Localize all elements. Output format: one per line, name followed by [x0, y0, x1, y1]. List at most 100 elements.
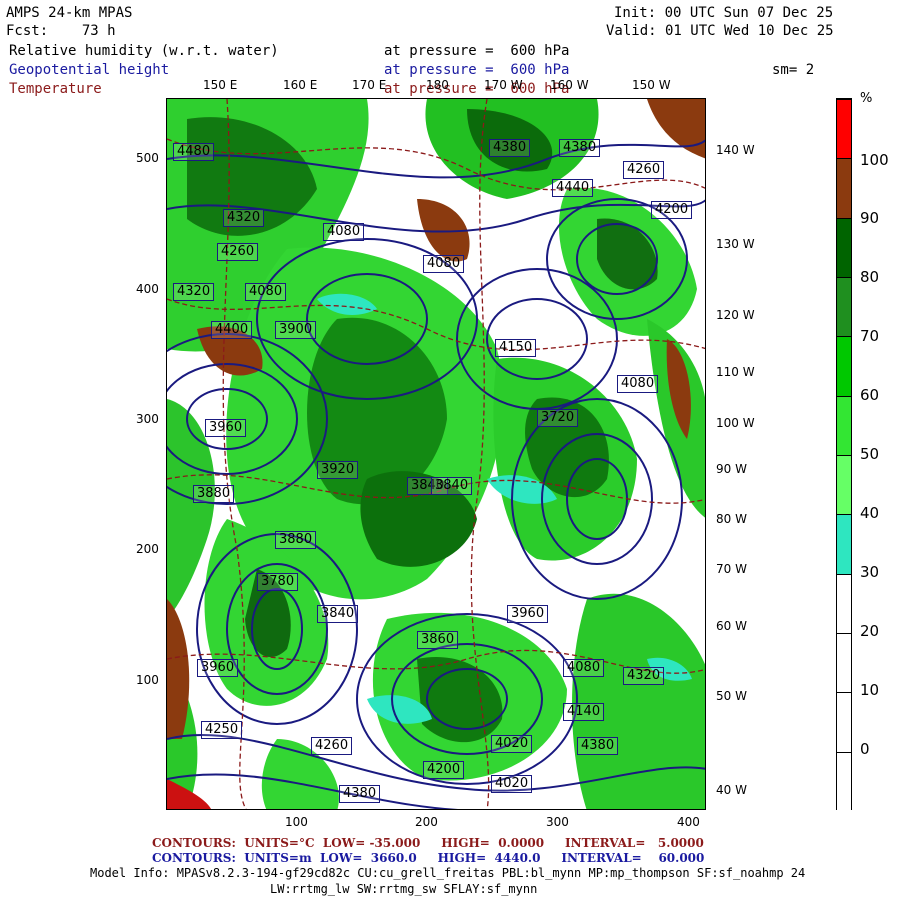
right-lon-label: 110 W	[716, 365, 755, 379]
model-info: Model Info: MPASv8.2.3-194-gf29cd82c CU:…	[90, 866, 806, 880]
legend-swatch	[837, 395, 851, 455]
model-title: AMPS 24-km MPAS	[6, 5, 133, 21]
height-label: 4440	[552, 179, 594, 197]
field-rh-level: at pressure = 600 hPa	[384, 43, 570, 59]
right-lon-label: 130 W	[716, 237, 755, 251]
valid-time: Valid: 01 UTC Wed 10 Dec 25	[606, 23, 834, 39]
legend-unit: %	[860, 91, 873, 106]
left-y-label: 100	[136, 673, 159, 687]
height-label: 4080	[563, 659, 605, 677]
height-label: 4200	[423, 761, 465, 779]
top-lon-label: 150 E	[203, 78, 238, 92]
height-label: 4380	[339, 785, 381, 803]
right-lon-label: 90 W	[716, 462, 747, 476]
legend-swatch	[837, 692, 851, 752]
height-label: 4380	[489, 139, 531, 157]
height-label: 4020	[491, 735, 533, 753]
height-label: 3780	[257, 573, 299, 591]
height-label: 4480	[173, 143, 215, 161]
legend-label: 20	[860, 622, 880, 640]
height-label: 3960	[507, 605, 549, 623]
legend-swatch	[837, 336, 851, 396]
height-label: 3860	[417, 631, 459, 649]
field-temp-level: at pressure = 600 hPa	[384, 81, 570, 97]
height-contour-info: CONTOURS: UNITS=m LOW= 3660.0 HIGH= 4440…	[152, 851, 705, 865]
height-label: 4020	[491, 775, 533, 793]
left-y-label: 500	[136, 151, 159, 165]
right-lon-label: 50 W	[716, 689, 747, 703]
right-lon-label: 70 W	[716, 562, 747, 576]
height-label: 4080	[617, 375, 659, 393]
legend-swatch	[837, 277, 851, 337]
top-lon-label: 170 W	[484, 78, 523, 92]
height-label: 4080	[245, 283, 287, 301]
legend-swatch	[837, 217, 851, 277]
legend-swatch	[837, 751, 851, 811]
right-lon-label: 60 W	[716, 619, 747, 633]
bottom-x-label: 300	[546, 815, 569, 829]
legend-label: 50	[860, 445, 880, 463]
height-label: 4250	[201, 721, 243, 739]
left-y-label: 300	[136, 412, 159, 426]
legend-swatch	[837, 455, 851, 515]
legend-label: 80	[860, 268, 880, 286]
temperature-contour-info: CONTOURS: UNITS=°C LOW= -35.000 HIGH= 0.…	[152, 836, 704, 850]
top-lon-label: 170 E	[352, 78, 387, 92]
forecast-hour: Fcst: 73 h	[6, 23, 116, 39]
legend-swatch	[837, 514, 851, 574]
height-label: 4380	[577, 737, 619, 755]
height-label: 4260	[311, 737, 353, 755]
height-label: 3960	[197, 659, 239, 677]
left-y-label: 400	[136, 282, 159, 296]
height-label: 3840	[431, 477, 473, 495]
height-label: 4260	[217, 243, 259, 261]
right-lon-label: 140 W	[716, 143, 755, 157]
legend-label: 40	[860, 504, 880, 522]
right-lon-label: 40 W	[716, 783, 747, 797]
legend-swatch	[837, 99, 851, 159]
legend-label: 60	[860, 386, 880, 404]
field-rh-name: Relative humidity (w.r.t. water)	[9, 43, 279, 59]
height-label: 4320	[173, 283, 215, 301]
legend-swatch	[837, 573, 851, 633]
legend-label: 90	[860, 209, 880, 227]
top-lon-label: 160 W	[550, 78, 589, 92]
height-label: 4080	[323, 223, 365, 241]
height-label: 3720	[537, 409, 579, 427]
height-label: 3880	[193, 485, 235, 503]
height-label: 3840	[317, 605, 359, 623]
top-lon-label: 160 E	[283, 78, 318, 92]
bottom-x-label: 400	[677, 815, 700, 829]
height-label: 4140	[563, 703, 605, 721]
top-lon-label: 180	[426, 78, 449, 92]
model-info-physics: LW:rrtmg_lw SW:rrtmg_sw SFLAY:sf_mynn	[270, 882, 538, 896]
legend-swatch	[837, 158, 851, 218]
height-label: 3920	[317, 461, 359, 479]
legend-label: 70	[860, 327, 880, 345]
field-temp-name: Temperature	[9, 81, 102, 97]
humidity-color-legend	[836, 98, 852, 811]
height-label: 3880	[275, 531, 317, 549]
smoothing-label: sm= 2	[772, 62, 815, 78]
height-label: 4260	[623, 161, 665, 179]
right-lon-label: 80 W	[716, 512, 747, 526]
bottom-x-label: 100	[285, 815, 308, 829]
legend-label: 30	[860, 563, 880, 581]
right-lon-label: 120 W	[716, 308, 755, 322]
legend-label: 0	[860, 740, 870, 758]
init-time: Init: 00 UTC Sun 07 Dec 25	[614, 5, 834, 21]
left-y-label: 200	[136, 542, 159, 556]
height-label: 3900	[275, 321, 317, 339]
field-height-level: at pressure = 600 hPa	[384, 62, 570, 78]
bottom-x-label: 200	[415, 815, 438, 829]
legend-label: 10	[860, 681, 880, 699]
height-label: 4380	[559, 139, 601, 157]
field-height-name: Geopotential height	[9, 62, 170, 78]
height-label: 3960	[205, 419, 247, 437]
height-label: 4320	[623, 667, 665, 685]
legend-label: 100	[860, 151, 889, 169]
top-lon-label: 150 W	[632, 78, 671, 92]
height-label: 4080	[423, 255, 465, 273]
height-label: 4320	[223, 209, 265, 227]
right-lon-label: 100 W	[716, 416, 755, 430]
